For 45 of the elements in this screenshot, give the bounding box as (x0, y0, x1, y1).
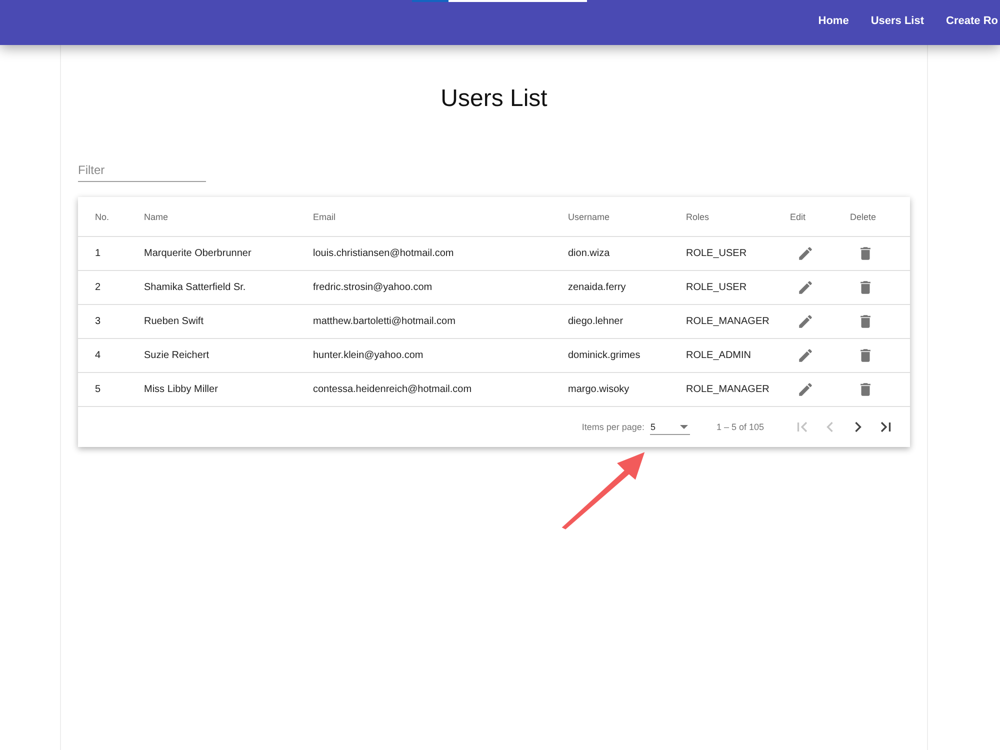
caret-icon (680, 424, 688, 428)
column-header: Roles (686, 212, 710, 222)
column-header: Email (313, 212, 337, 222)
table-cell-text: fredric.strosin@yahoo.com (313, 282, 434, 293)
table-cell-text: Shamika Satterfield Sr. (144, 282, 247, 293)
column-header: Edit (790, 212, 807, 222)
table-cell-text: matthew.bartoletti@hotmail.com (313, 316, 456, 327)
edit-icon[interactable] (797, 313, 814, 330)
column-header: Username (568, 212, 611, 222)
table-cell-text: diego.lehner (568, 316, 624, 327)
nav-link[interactable]: Users List (870, 15, 924, 27)
table-cell-text: Miss Libby Miller (144, 384, 219, 395)
table-cell-text: 4 (95, 350, 102, 361)
edit-icon[interactable] (797, 347, 814, 364)
table-cell-text: dominick.grimes (568, 350, 642, 361)
table-cell-text: dion.wiza (568, 248, 611, 259)
table-cell-text: Rueben Swift (144, 316, 204, 327)
page-size-select[interactable]: 5 (650, 420, 690, 434)
nav-link[interactable]: Create Ro (946, 15, 998, 27)
edit-icon[interactable] (797, 381, 814, 398)
table-cell-text: louis.christiansen@hotmail.com (313, 248, 455, 259)
table-cell-text: 1 (95, 248, 102, 259)
column-header: No. (95, 212, 110, 222)
table-cell-text: contessa.heidenreich@hotmail.com (313, 384, 473, 395)
table-cell-text: ROLE_USER (686, 282, 748, 293)
table-cell-text: Suzie Reichert (144, 350, 210, 361)
table-cell-text: ROLE_MANAGER (686, 384, 770, 395)
page-range: 1 – 5 of 105 (716, 422, 764, 432)
table-cell-text: Marquerite Oberbrunner (144, 248, 252, 259)
table-cell-text: 3 (95, 316, 102, 327)
page-title: Users List (440, 85, 548, 113)
table-cell-text: ROLE_ADMIN (686, 350, 752, 361)
column-header: Delete (850, 212, 878, 222)
table-cell-text: hunter.klein@yahoo.com (313, 350, 424, 361)
table-cell-text: 2 (95, 282, 102, 293)
edit-icon[interactable] (797, 245, 814, 262)
table-cell-text: ROLE_USER (686, 248, 748, 259)
table-cell-text: margo.wisoky (568, 384, 630, 395)
table-cell-text: 5 (95, 384, 102, 395)
edit-icon[interactable] (797, 279, 814, 296)
table-cell-text: zenaida.ferry (568, 282, 627, 293)
nav-link[interactable]: Home (818, 15, 849, 27)
column-header: Name (144, 212, 170, 222)
items-per-page-label: Items per page: (582, 422, 644, 432)
table-cell-text: ROLE_MANAGER (686, 316, 770, 327)
